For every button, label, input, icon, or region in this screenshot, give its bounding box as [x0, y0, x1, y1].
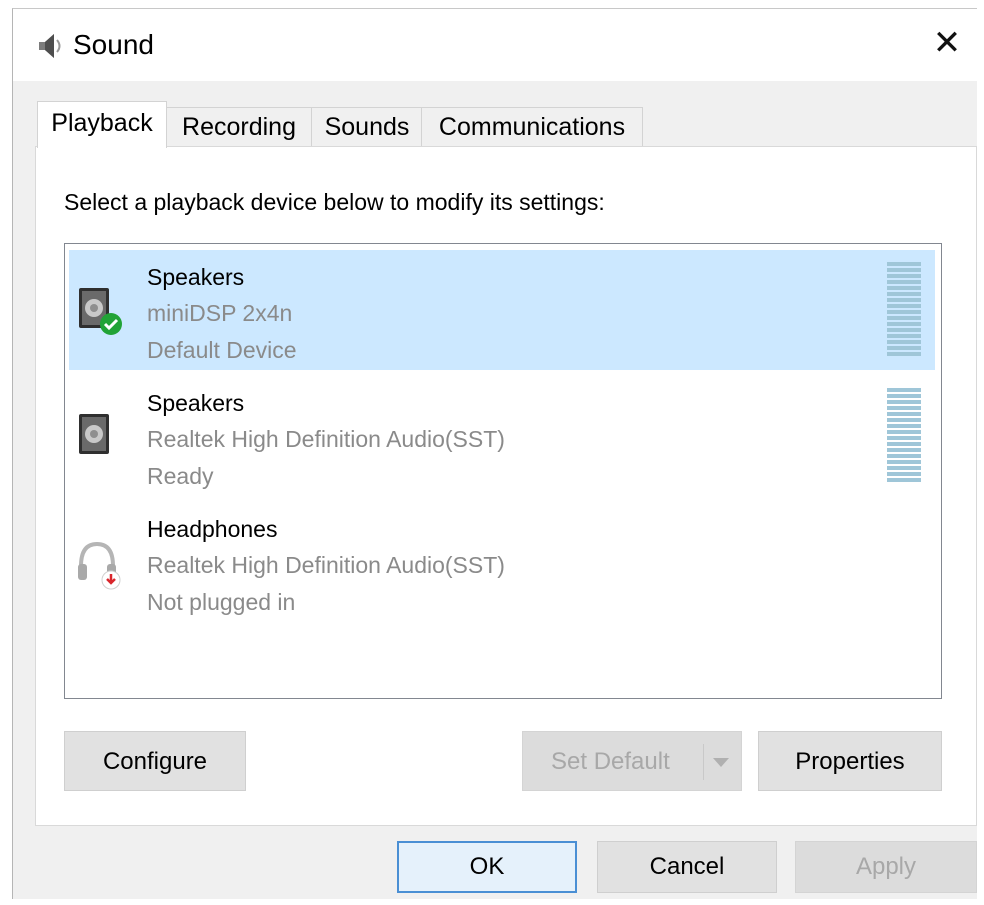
device-status: Ready	[147, 463, 214, 489]
split-separator	[703, 744, 704, 780]
chevron-down-icon[interactable]	[713, 758, 729, 767]
playback-panel: Select a playback device below to modify…	[35, 146, 977, 826]
properties-button[interactable]: Properties	[758, 731, 942, 791]
device-description: miniDSP 2x4n	[147, 300, 293, 326]
device-name: Speakers	[147, 390, 245, 416]
tab-communications[interactable]: Communications	[421, 107, 643, 146]
set-default-label: Set Default	[551, 748, 670, 775]
tab-playback[interactable]: Playback	[37, 101, 167, 148]
device-description: Realtek High Definition Audio(SST)	[147, 426, 505, 452]
cancel-button[interactable]: Cancel	[597, 841, 777, 893]
speaker-icon	[79, 414, 109, 454]
device-item-speakers-realtek[interactable]: Speakers Realtek High Definition Audio(S…	[69, 376, 935, 496]
device-list[interactable]: Speakers miniDSP 2x4n Default Device Spe…	[64, 243, 942, 699]
tab-recording[interactable]: Recording	[165, 107, 313, 146]
device-item-speakers-minidsp[interactable]: Speakers miniDSP 2x4n Default Device	[69, 250, 935, 370]
sound-dialog: Sound ✕ Playback Recording Sounds Commun…	[12, 8, 977, 899]
set-default-split-button[interactable]: Set Default	[522, 731, 742, 791]
device-status: Not plugged in	[147, 589, 296, 615]
headphones-icon	[78, 541, 121, 590]
volume-meter	[887, 262, 921, 358]
window-title: Sound	[73, 29, 154, 60]
device-name: Headphones	[147, 516, 278, 542]
device-status: Default Device	[147, 337, 297, 363]
configure-button[interactable]: Configure	[64, 731, 246, 791]
volume-meter	[887, 388, 921, 484]
device-item-headphones[interactable]: Headphones Realtek High Definition Audio…	[69, 502, 935, 622]
ok-button[interactable]: OK	[397, 841, 577, 893]
tab-sounds[interactable]: Sounds	[311, 107, 423, 146]
instruction-text: Select a playback device below to modify…	[64, 189, 605, 215]
title-bar: Sound ✕	[13, 9, 977, 81]
close-button[interactable]: ✕	[927, 23, 967, 63]
device-description: Realtek High Definition Audio(SST)	[147, 552, 505, 578]
sound-app-icon	[39, 34, 61, 58]
apply-button[interactable]: Apply	[795, 841, 977, 893]
speaker-icon	[79, 288, 122, 335]
device-name: Speakers	[147, 264, 245, 290]
